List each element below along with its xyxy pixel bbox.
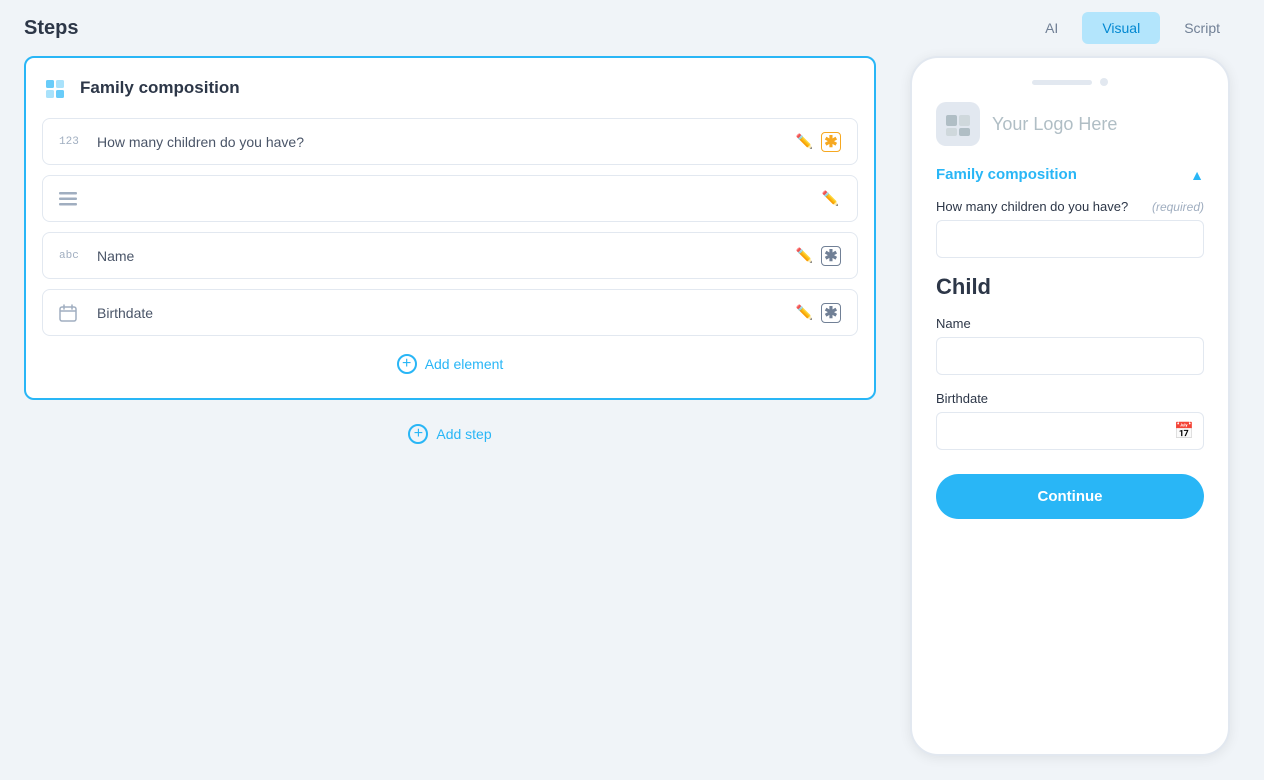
calendar-icon: 📅 — [1174, 421, 1194, 441]
add-element-label: Add element — [425, 356, 504, 372]
birthdate-field-label: Birthdate — [936, 391, 1204, 406]
element-label-name: Name — [97, 248, 784, 264]
edit-children-button[interactable]: ✏️ — [794, 131, 815, 152]
tab-group: AI Visual Script — [1025, 12, 1240, 44]
tab-ai[interactable]: AI — [1025, 12, 1078, 44]
name-input[interactable] — [936, 337, 1204, 375]
step-icon — [42, 74, 70, 102]
add-step-container: + Add step — [24, 416, 876, 452]
continue-button[interactable]: Continue — [936, 474, 1204, 519]
phone-notch — [936, 78, 1204, 86]
step-title: Family composition — [80, 78, 240, 98]
element-row-group: ✏️ — [42, 175, 858, 222]
element-row-birthdate: Birthdate ✏️ ✱ — [42, 289, 858, 336]
required-children-button[interactable]: ✱ — [821, 132, 841, 152]
phone-logo-area: Your Logo Here — [936, 102, 1204, 146]
element-actions-birthdate: ✏️ ✱ — [794, 302, 841, 323]
phone-section-header: Family composition ▲ — [936, 166, 1204, 183]
add-step-icon: + — [408, 424, 428, 444]
logo-icon — [936, 102, 980, 146]
tab-visual[interactable]: Visual — [1082, 12, 1160, 44]
type-icon-list — [59, 192, 87, 206]
element-actions-group: ✏️ — [820, 188, 841, 209]
type-icon-number: 123 — [59, 136, 87, 148]
element-actions-children: ✏️ ✱ — [794, 131, 841, 152]
edit-birthdate-button[interactable]: ✏️ — [794, 302, 815, 323]
right-panel: Your Logo Here Family composition ▲ How … — [900, 56, 1240, 756]
add-element-icon: + — [397, 354, 417, 374]
add-element-button[interactable]: + Add element — [42, 346, 858, 382]
tab-script[interactable]: Script — [1164, 12, 1240, 44]
add-step-label: Add step — [436, 426, 491, 442]
element-row-children: 123 How many children do you have? ✏️ ✱ — [42, 118, 858, 165]
step-card-header: Family composition — [42, 74, 858, 102]
phone-section-title: Family composition — [936, 166, 1077, 183]
chevron-up-icon: ▲ — [1190, 167, 1204, 183]
edit-group-button[interactable]: ✏️ — [820, 188, 841, 209]
header: Steps AI Visual Script — [0, 0, 1264, 56]
birthdate-input-container: 📅 — [936, 412, 1204, 466]
children-field-label: How many children do you have? — [936, 199, 1128, 214]
logo-text: Your Logo Here — [992, 114, 1117, 135]
phone-mockup: Your Logo Here Family composition ▲ How … — [910, 56, 1230, 756]
type-icon-text: abc — [59, 250, 87, 262]
element-label-birthdate: Birthdate — [97, 305, 784, 321]
notch-dot — [1100, 78, 1108, 86]
main-content: Family composition 123 How many children… — [0, 56, 1264, 780]
add-step-button[interactable]: + Add step — [400, 416, 499, 452]
page-title: Steps — [24, 17, 78, 40]
child-heading: Child — [936, 274, 1204, 300]
name-field-label: Name — [936, 316, 1204, 331]
required-label: (required) — [1152, 200, 1204, 214]
element-actions-name: ✏️ ✱ — [794, 245, 841, 266]
children-input[interactable] — [936, 220, 1204, 258]
step-card: Family composition 123 How many children… — [24, 56, 876, 400]
children-field-label-row: How many children do you have? (required… — [936, 199, 1204, 214]
required-name-button[interactable]: ✱ — [821, 246, 841, 266]
edit-name-button[interactable]: ✏️ — [794, 245, 815, 266]
element-label-children: How many children do you have? — [97, 134, 784, 150]
notch-bar — [1032, 80, 1092, 85]
element-row-name: abc Name ✏️ ✱ — [42, 232, 858, 279]
type-icon-date — [59, 304, 87, 322]
left-panel: Family composition 123 How many children… — [24, 56, 876, 756]
birthdate-input[interactable] — [936, 412, 1204, 450]
required-birthdate-button[interactable]: ✱ — [821, 303, 841, 323]
